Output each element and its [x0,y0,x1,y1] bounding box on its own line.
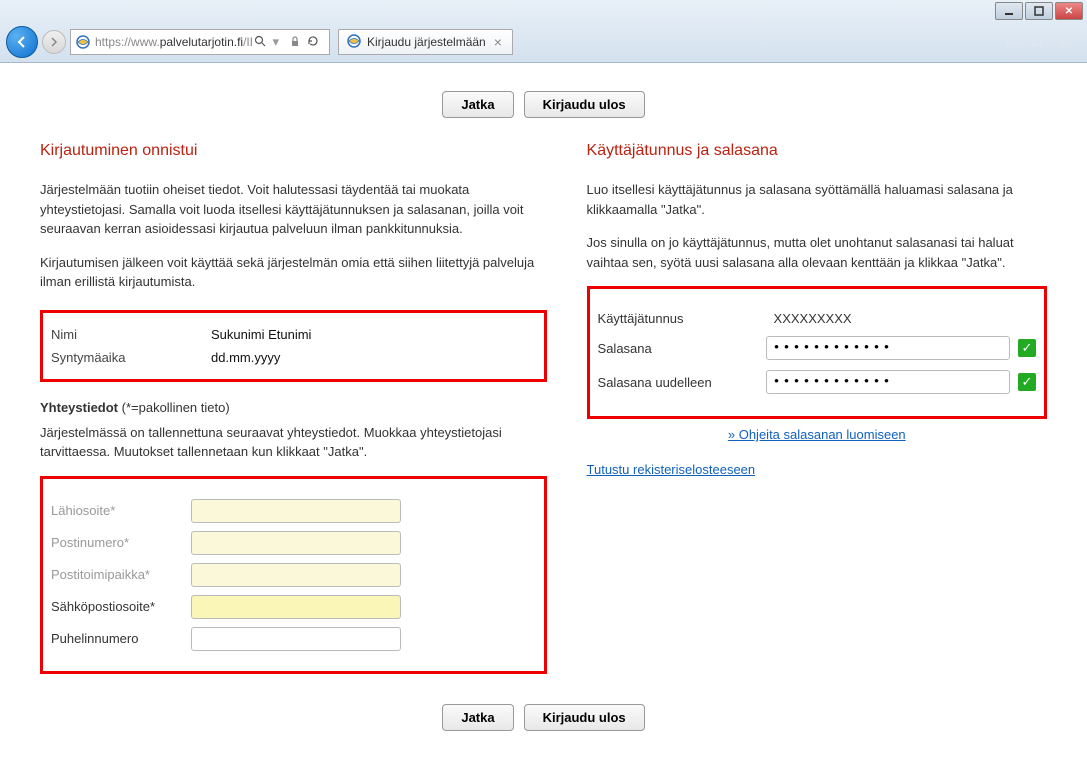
dob-row: Syntymäaika dd.mm.yyyy [51,346,536,369]
password2-label: Salasana uudelleen [598,375,758,390]
refresh-icon[interactable] [307,35,319,50]
address-bar[interactable]: https://www.palvelutarjotin.fi/IDF ▾ [70,29,330,55]
left-column: Kirjautuminen onnistui Järjestelmään tuo… [40,142,547,674]
postcode-input[interactable] [191,531,401,555]
email-label: Sähköpostiosoite* [51,599,191,614]
name-row: Nimi Sukunimi Etunimi [51,323,536,346]
dob-value: dd.mm.yyyy [211,350,280,365]
favorites-icon[interactable] [1029,32,1045,53]
username-label: Käyttäjätunnus [598,311,758,326]
window-close-button[interactable]: ✕ [1055,2,1083,20]
logout-button-bottom[interactable]: Kirjaudu ulos [524,704,645,731]
ie-icon [75,34,91,50]
password-label: Salasana [598,341,758,356]
password2-input[interactable] [766,370,1010,394]
password-help-row: » Ohjeita salasanan luomiseen [587,427,1047,442]
contact-info-box: Lähiosoite* Postinumero* Postitoimipaikk… [40,476,547,674]
browser-nav-bar: https://www.palvelutarjotin.fi/IDF ▾ K [0,22,1087,62]
window-maximize-button[interactable] [1025,2,1053,20]
nav-back-button[interactable] [6,26,38,58]
city-label: Postitoimipaikka* [51,567,191,582]
search-icon[interactable] [252,35,268,50]
credentials-box: Käyttäjätunnus XXXXXXXXX Salasana ✓ Sala… [587,286,1047,419]
bottom-button-row: Jatka Kirjaudu ulos [40,704,1047,731]
tab-title: Kirjaudu järjestelmään [367,35,486,49]
browser-tab[interactable]: Kirjaudu järjestelmään × [338,29,513,55]
password2-valid-icon: ✓ [1018,373,1036,391]
contact-description: Järjestelmässä on tallennettuna seuraava… [40,423,547,462]
tab-strip: Kirjaudu järjestelmään × [338,29,513,55]
username-value: XXXXXXXXX [766,311,852,326]
continue-button-bottom[interactable]: Jatka [442,704,513,731]
window-controls: ✕ [0,0,1087,22]
postcode-label: Postinumero* [51,535,191,550]
password-valid-icon: ✓ [1018,339,1036,357]
personal-info-box: Nimi Sukunimi Etunimi Syntymäaika dd.mm.… [40,310,547,382]
right-column: Käyttäjätunnus ja salasana Luo itsellesi… [587,142,1047,674]
phone-input[interactable] [191,627,401,651]
top-button-row: Jatka Kirjaudu ulos [40,91,1047,118]
window-chrome: ✕ https://www.palvelutarjotin.fi/IDF ▾ [0,0,1087,63]
credentials-para-1: Luo itsellesi käyttäjätunnus ja salasana… [587,180,1047,219]
ie-icon [347,34,361,51]
url-tools [283,35,325,50]
privacy-link[interactable]: Tutustu rekisteriselosteeseen [587,462,756,477]
browser-right-tools [1003,32,1081,53]
name-label: Nimi [51,327,211,342]
page-content: Jatka Kirjaudu ulos Kirjautuminen onnist… [0,63,1087,775]
address-label: Lähiosoite* [51,503,191,518]
city-input[interactable] [191,563,401,587]
password-input[interactable] [766,336,1010,360]
contact-heading: Yhteystiedot (*=pakollinen tieto) [40,400,547,415]
tab-close-button[interactable]: × [492,34,504,50]
lock-icon [289,35,301,50]
phone-label: Puhelinnumero [51,631,191,646]
password-help-link[interactable]: » Ohjeita salasanan luomiseen [728,427,906,442]
url-dropdown-icon[interactable]: ▾ [268,34,283,50]
dob-label: Syntymäaika [51,350,211,365]
name-value: Sukunimi Etunimi [211,327,311,342]
email-input[interactable] [191,595,401,619]
continue-button[interactable]: Jatka [442,91,513,118]
login-success-heading: Kirjautuminen onnistui [40,142,547,160]
window-minimize-button[interactable] [995,2,1023,20]
logout-button[interactable]: Kirjaudu ulos [524,91,645,118]
intro-paragraph-1: Järjestelmään tuotiin oheiset tiedot. Vo… [40,180,547,239]
address-input[interactable] [191,499,401,523]
intro-paragraph-2: Kirjautumisen jälkeen voit käyttää sekä … [40,253,547,292]
credentials-para-2: Jos sinulla on jo käyttäjätunnus, mutta … [587,233,1047,272]
credentials-heading: Käyttäjätunnus ja salasana [587,142,1047,160]
gear-icon[interactable] [1055,32,1071,53]
privacy-row: Tutustu rekisteriselosteeseen [587,462,1047,477]
url-text: https://www.palvelutarjotin.fi/IDF [95,35,252,49]
nav-forward-button[interactable] [42,30,66,54]
home-icon[interactable] [1003,32,1019,53]
